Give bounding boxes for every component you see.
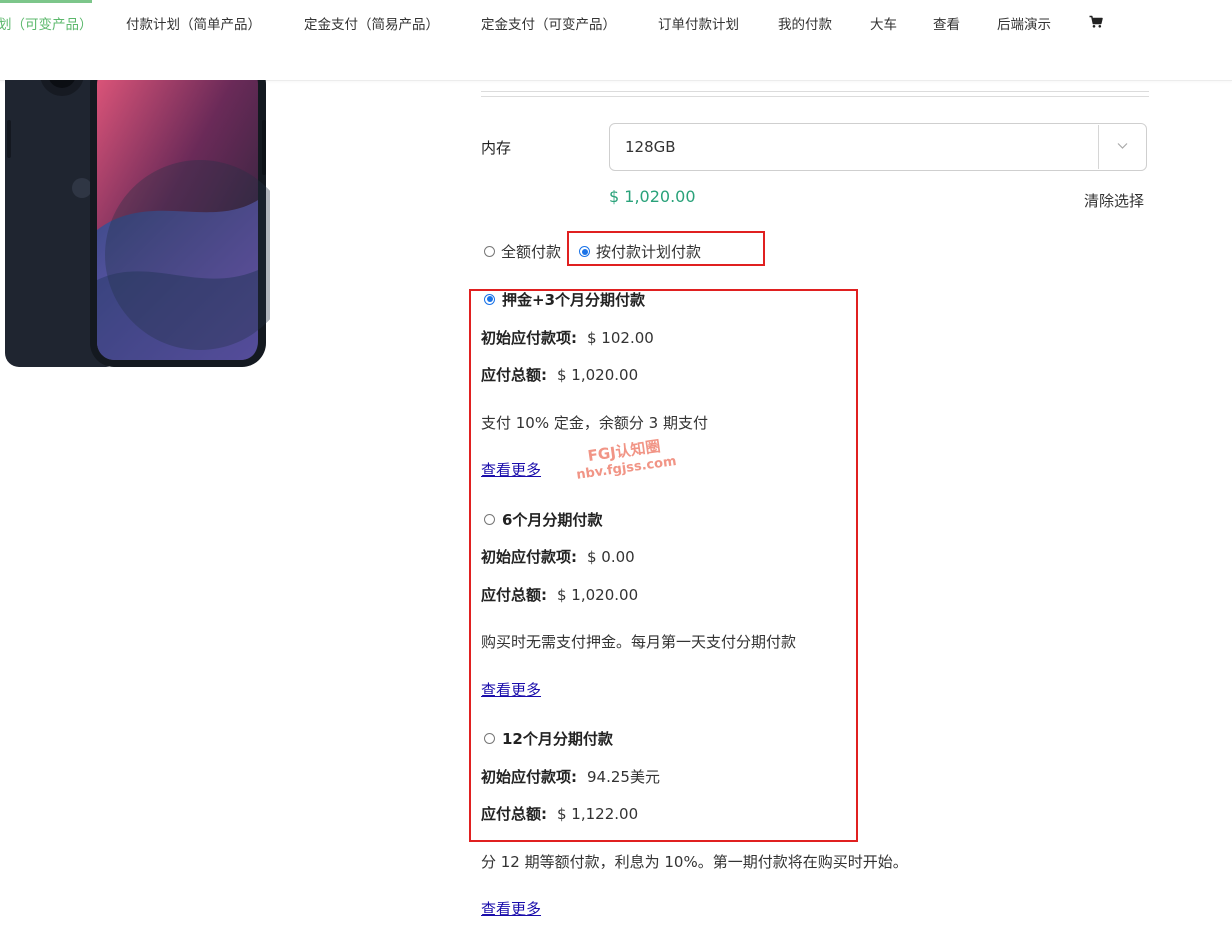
plan-total-payment: 应付总额: $ 1,020.00 — [481, 364, 638, 385]
plan-option-12-months[interactable]: 12个月分期付款 — [484, 728, 613, 749]
full-payment-label: 全额付款 — [501, 243, 562, 261]
plan-description: 购买时无需支付押金。每月第一天支付分期付款 — [481, 633, 797, 651]
product-price: $ 1,020.00 — [609, 187, 696, 206]
initial-payment-label: 初始应付款项: — [481, 768, 577, 786]
initial-payment-label: 初始应付款项: — [481, 329, 577, 347]
nav-item-cart[interactable]: 大车 — [870, 13, 897, 33]
nav-item-payment-plan-variable[interactable]: 划（可变产品） — [0, 13, 93, 33]
shopping-cart-icon[interactable] — [1089, 15, 1103, 29]
divider-line — [481, 96, 1149, 97]
total-payment-label: 应付总额: — [481, 805, 547, 823]
plan-radio[interactable] — [484, 293, 495, 305]
memory-label: 内存 — [481, 139, 512, 157]
divider-line — [481, 91, 1149, 92]
plan-option-6-months[interactable]: 6个月分期付款 — [484, 509, 602, 530]
nav-item-deposit-simple[interactable]: 定金支付（简易产品） — [304, 13, 439, 33]
initial-payment-value: $ 0.00 — [587, 548, 635, 566]
memory-selected-value: 128GB — [625, 138, 676, 156]
nav-item-order-plan[interactable]: 订单付款计划 — [658, 13, 739, 33]
total-payment-label: 应付总额: — [481, 366, 547, 384]
plan-total-payment: 应付总额: $ 1,020.00 — [481, 584, 638, 605]
full-payment-radio[interactable] — [484, 246, 495, 257]
plan-description: 分 12 期等额付款，利息为 10%。第一期付款将在购买时开始。 — [481, 853, 908, 871]
initial-payment-value: 94.25美元 — [587, 768, 660, 786]
initial-payment-value: $ 102.00 — [587, 329, 654, 347]
plan-initial-payment: 初始应付款项: 94.25美元 — [481, 766, 660, 787]
plan-radio[interactable] — [484, 732, 495, 744]
plan-title: 押金+3个月分期付款 — [502, 291, 646, 309]
total-payment-value: $ 1,020.00 — [557, 366, 639, 384]
plan-radio[interactable] — [484, 513, 495, 525]
total-payment-value: $ 1,020.00 — [557, 586, 639, 604]
plan-total-payment: 应付总额: $ 1,122.00 — [481, 803, 638, 824]
nav-active-indicator — [0, 0, 92, 3]
plan-view-more-link[interactable]: 查看更多 — [481, 898, 541, 919]
nav-item-view[interactable]: 查看 — [933, 13, 960, 33]
phone-product-image — [5, 80, 270, 367]
highlight-box-payment-type — [567, 231, 765, 266]
nav-item-payment-plan-simple[interactable]: 付款计划（简单产品） — [126, 13, 261, 33]
total-payment-label: 应付总额: — [481, 586, 547, 604]
nav-item-my-payments[interactable]: 我的付款 — [778, 13, 832, 33]
chevron-down-icon[interactable] — [1117, 142, 1128, 150]
plan-view-more-link[interactable]: 查看更多 — [481, 459, 541, 480]
nav-item-deposit-variable[interactable]: 定金支付（可变产品） — [481, 13, 616, 33]
total-payment-value: $ 1,122.00 — [557, 805, 639, 823]
full-payment-option[interactable]: 全额付款 — [484, 241, 561, 262]
select-divider — [1098, 125, 1099, 169]
plan-view-more-link[interactable]: 查看更多 — [481, 679, 541, 700]
plan-title: 12个月分期付款 — [502, 730, 613, 748]
clear-selection-link[interactable]: 清除选择 — [1084, 190, 1144, 211]
memory-select[interactable]: 128GB — [609, 123, 1147, 171]
plan-option-deposit-3-months[interactable]: 押金+3个月分期付款 — [484, 289, 645, 310]
plan-title: 6个月分期付款 — [502, 511, 603, 529]
plan-description: 支付 10% 定金，余额分 3 期支付 — [481, 414, 708, 432]
nav-item-backend-demo[interactable]: 后端演示 — [997, 13, 1051, 33]
top-navigation: 划（可变产品） 付款计划（简单产品） 定金支付（简易产品） 定金支付（可变产品）… — [0, 0, 1232, 81]
plan-initial-payment: 初始应付款项: $ 0.00 — [481, 546, 635, 567]
plan-initial-payment: 初始应付款项: $ 102.00 — [481, 327, 654, 348]
initial-payment-label: 初始应付款项: — [481, 548, 577, 566]
